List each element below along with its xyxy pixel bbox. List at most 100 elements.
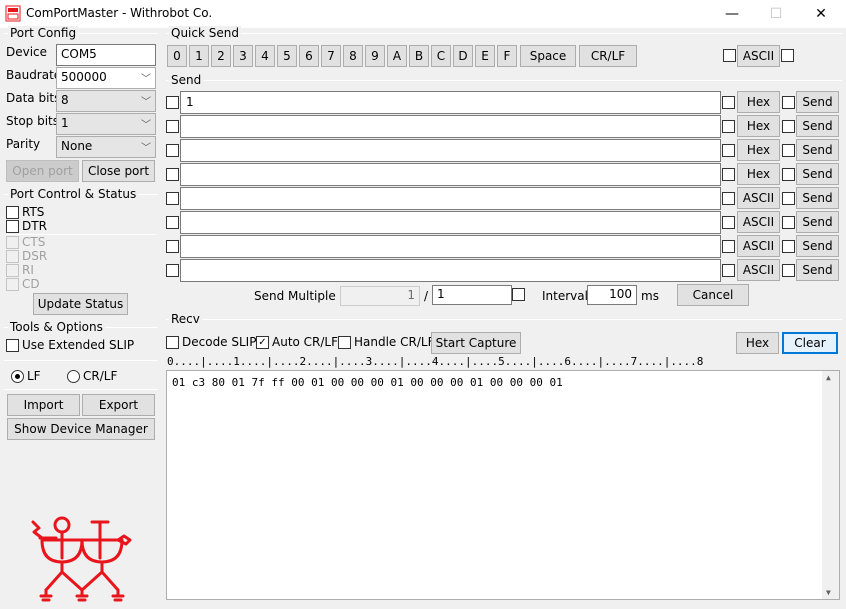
quick-send-key-7[interactable]: 7 <box>321 45 341 67</box>
send-row-send-checkbox[interactable] <box>782 120 795 133</box>
quick-send-ascii-checkbox[interactable] <box>723 49 736 62</box>
recv-scrollbar[interactable]: ▲ ▼ <box>822 371 839 599</box>
quick-send-key-e[interactable]: E <box>475 45 495 67</box>
send-row-send-button[interactable]: Send <box>796 259 839 281</box>
send-row-send-checkbox[interactable] <box>782 264 795 277</box>
baudrate-select[interactable]: 500000 ﹀ <box>56 67 156 89</box>
send-row-send-checkbox[interactable] <box>782 96 795 109</box>
send-row-checkbox[interactable] <box>166 96 179 109</box>
maximize-button[interactable]: ☐ <box>756 0 796 28</box>
send-row-send-checkbox[interactable] <box>782 168 795 181</box>
send-row-checkbox[interactable] <box>166 240 179 253</box>
cancel-button[interactable]: Cancel <box>677 284 749 306</box>
send-row-mode-button[interactable]: Hex <box>737 163 780 185</box>
send-row-input[interactable] <box>180 115 721 138</box>
quick-send-key-a[interactable]: A <box>387 45 407 67</box>
send-row-mode-checkbox[interactable] <box>722 144 735 157</box>
decode-slip-checkbox[interactable] <box>166 336 179 349</box>
quick-send-key-4[interactable]: 4 <box>255 45 275 67</box>
interval-field[interactable]: 100 <box>587 285 637 305</box>
send-row-mode-button[interactable]: ASCII <box>737 259 780 281</box>
send-row-checkbox[interactable] <box>166 192 179 205</box>
quick-send-crlf-button[interactable]: CR/LF <box>579 45 637 67</box>
quick-send-key-6[interactable]: 6 <box>299 45 319 67</box>
send-row-input[interactable] <box>180 211 721 234</box>
send-row-checkbox[interactable] <box>166 264 179 277</box>
send-row-send-button[interactable]: Send <box>796 235 839 257</box>
quick-send-key-f[interactable]: F <box>497 45 517 67</box>
quick-send-extra-checkbox[interactable] <box>781 49 794 62</box>
send-row-checkbox[interactable] <box>166 168 179 181</box>
dtr-checkbox[interactable] <box>6 220 19 233</box>
send-row-mode-checkbox[interactable] <box>722 192 735 205</box>
quick-send-key-c[interactable]: C <box>431 45 451 67</box>
send-row-mode-checkbox[interactable] <box>722 168 735 181</box>
send-row-mode-checkbox[interactable] <box>722 96 735 109</box>
send-row-send-checkbox[interactable] <box>782 240 795 253</box>
send-row-send-button[interactable]: Send <box>796 91 839 113</box>
send-row-input[interactable] <box>180 235 721 258</box>
update-status-button[interactable]: Update Status <box>33 293 128 315</box>
send-row-checkbox[interactable] <box>166 120 179 133</box>
recv-hex-button[interactable]: Hex <box>736 332 779 354</box>
open-port-button[interactable]: Open port <box>6 160 79 182</box>
start-capture-button[interactable]: Start Capture <box>431 332 521 354</box>
send-row-checkbox[interactable] <box>166 144 179 157</box>
minimize-button[interactable]: — <box>712 0 752 28</box>
send-row-mode-checkbox[interactable] <box>722 216 735 229</box>
send-multiple-total-field[interactable]: 1 <box>432 285 512 305</box>
send-row-input[interactable] <box>180 139 721 162</box>
export-button[interactable]: Export <box>82 394 155 416</box>
quick-send-key-8[interactable]: 8 <box>343 45 363 67</box>
rts-checkbox[interactable] <box>6 206 19 219</box>
send-row-input[interactable] <box>180 187 721 210</box>
show-device-manager-button[interactable]: Show Device Manager <box>7 418 155 440</box>
send-row-send-checkbox[interactable] <box>782 144 795 157</box>
send-row-send-button[interactable]: Send <box>796 187 839 209</box>
parity-select[interactable]: None ﹀ <box>56 136 156 158</box>
quick-send-space-button[interactable]: Space <box>520 45 576 67</box>
send-row-mode-button[interactable]: ASCII <box>737 211 780 233</box>
quick-send-key-9[interactable]: 9 <box>365 45 385 67</box>
send-row-send-button[interactable]: Send <box>796 163 839 185</box>
clear-button[interactable]: Clear <box>782 332 838 354</box>
quick-send-key-b[interactable]: B <box>409 45 429 67</box>
recv-textarea[interactable]: 01 c3 80 01 7f ff 00 01 00 00 00 01 00 0… <box>166 370 840 600</box>
scroll-up-icon[interactable]: ▲ <box>826 373 831 382</box>
send-row-mode-checkbox[interactable] <box>722 120 735 133</box>
quick-send-key-2[interactable]: 2 <box>211 45 231 67</box>
send-row-mode-button[interactable]: Hex <box>737 91 780 113</box>
send-row-checkbox[interactable] <box>166 216 179 229</box>
send-row-send-checkbox[interactable] <box>782 192 795 205</box>
send-row-mode-button[interactable]: Hex <box>737 139 780 161</box>
send-row-mode-checkbox[interactable] <box>722 240 735 253</box>
databits-select[interactable]: 8 ﹀ <box>56 90 156 112</box>
close-port-button[interactable]: Close port <box>82 160 155 182</box>
quick-send-key-0[interactable]: 0 <box>167 45 187 67</box>
close-button[interactable]: ✕ <box>801 0 841 28</box>
stopbits-select[interactable]: 1 ﹀ <box>56 113 156 135</box>
use-extended-slip-checkbox[interactable] <box>6 339 19 352</box>
send-row-send-checkbox[interactable] <box>782 216 795 229</box>
handle-crlf-checkbox[interactable] <box>338 336 351 349</box>
quick-send-ascii-button[interactable]: ASCII <box>737 45 780 67</box>
send-row-input[interactable] <box>180 163 721 186</box>
send-row-input[interactable] <box>180 259 721 282</box>
send-row-send-button[interactable]: Send <box>796 211 839 233</box>
quick-send-key-1[interactable]: 1 <box>189 45 209 67</box>
send-row-mode-button[interactable]: Hex <box>737 115 780 137</box>
device-field[interactable]: COM5 <box>56 44 156 66</box>
send-row-input[interactable]: 1 <box>180 91 721 114</box>
send-row-send-button[interactable]: Send <box>796 139 839 161</box>
quick-send-key-5[interactable]: 5 <box>277 45 297 67</box>
import-button[interactable]: Import <box>7 394 80 416</box>
send-row-send-button[interactable]: Send <box>796 115 839 137</box>
send-row-mode-button[interactable]: ASCII <box>737 187 780 209</box>
auto-crlf-checkbox[interactable]: ✓ <box>256 336 269 349</box>
send-row-mode-button[interactable]: ASCII <box>737 235 780 257</box>
quick-send-key-d[interactable]: D <box>453 45 473 67</box>
quick-send-key-3[interactable]: 3 <box>233 45 253 67</box>
lf-radio[interactable] <box>11 370 24 383</box>
scroll-down-icon[interactable]: ▼ <box>826 588 831 597</box>
crlf-radio[interactable] <box>67 370 80 383</box>
